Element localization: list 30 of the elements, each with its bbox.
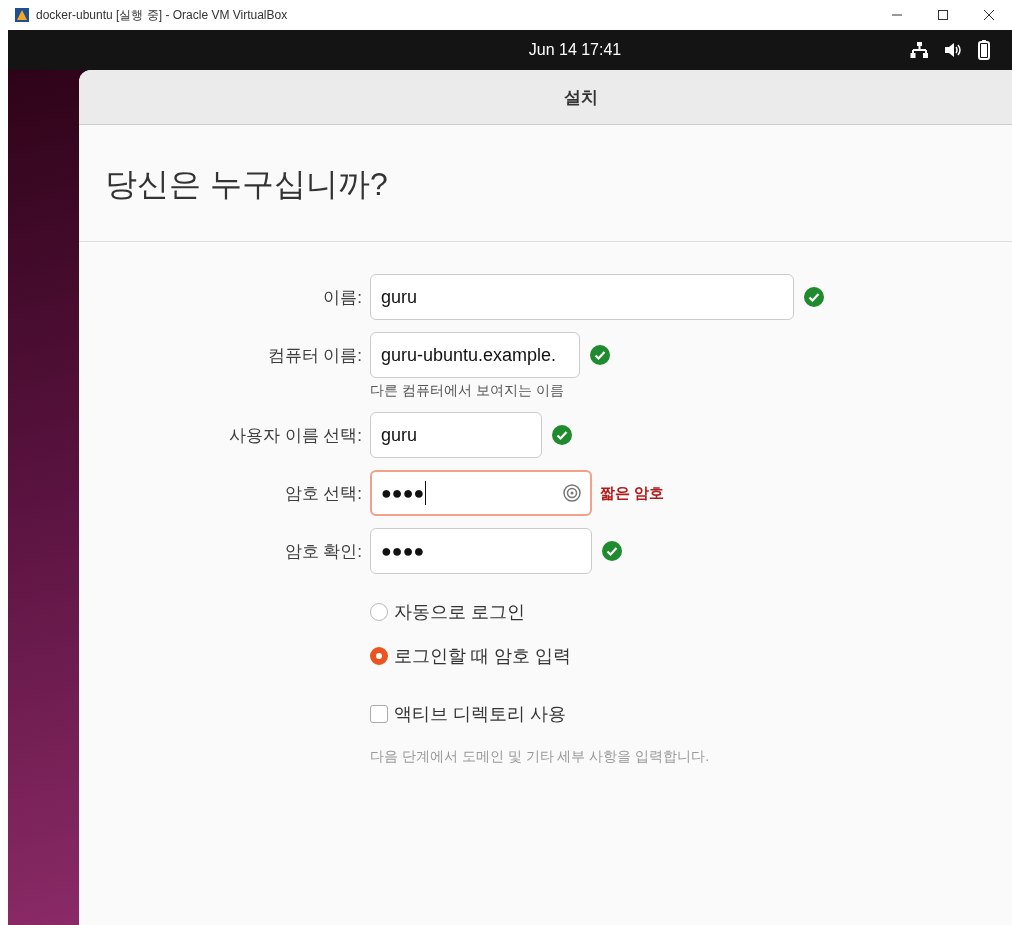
- text-field[interactable]: ●●●●: [370, 528, 592, 574]
- radio-label[interactable]: 자동으로 로그인: [394, 600, 525, 624]
- app-icon: [14, 7, 30, 23]
- volume-icon[interactable]: [944, 42, 962, 58]
- window-title: docker-ubuntu [실행 중] - Oracle VM VirtualBox: [36, 6, 288, 24]
- field-label: 암호 선택:: [284, 482, 363, 505]
- radio-button[interactable]: [370, 647, 388, 665]
- installer-title: 설치: [563, 86, 598, 109]
- field-hint: 다른 컴퓨터에서 보여지는 이름: [370, 382, 565, 400]
- field-label: 컴퓨터 이름:: [267, 344, 363, 367]
- radio-label[interactable]: 로그인할 때 암호 입력: [394, 644, 571, 668]
- maximize-icon[interactable]: [937, 9, 949, 21]
- text-field[interactable]: guru: [370, 274, 794, 320]
- network-icon[interactable]: [910, 42, 928, 58]
- text-field[interactable]: guru: [370, 412, 542, 458]
- page-heading: 당신은 누구십니까?: [79, 125, 1012, 242]
- note-text: 다음 단계에서 도메인 및 기타 세부 사항을 입력합니다.: [370, 748, 711, 766]
- field-label: 이름:: [323, 286, 363, 309]
- close-icon[interactable]: [983, 9, 995, 21]
- text-field[interactable]: ●●●●: [370, 470, 592, 516]
- field-label: 암호 확인:: [284, 540, 363, 563]
- text-field[interactable]: guru-ubuntu.example.: [370, 332, 580, 378]
- clock[interactable]: Jun 14 17:41: [528, 41, 622, 59]
- checkbox-label[interactable]: 액티브 디렉토리 사용: [394, 702, 566, 726]
- checkbox[interactable]: [370, 705, 388, 723]
- field-label: 사용자 이름 선택:: [228, 424, 363, 447]
- battery-icon[interactable]: [978, 40, 990, 60]
- radio-button[interactable]: [370, 603, 388, 621]
- error-message: 짧은 암호: [600, 483, 665, 503]
- show-password-icon[interactable]: [563, 484, 581, 502]
